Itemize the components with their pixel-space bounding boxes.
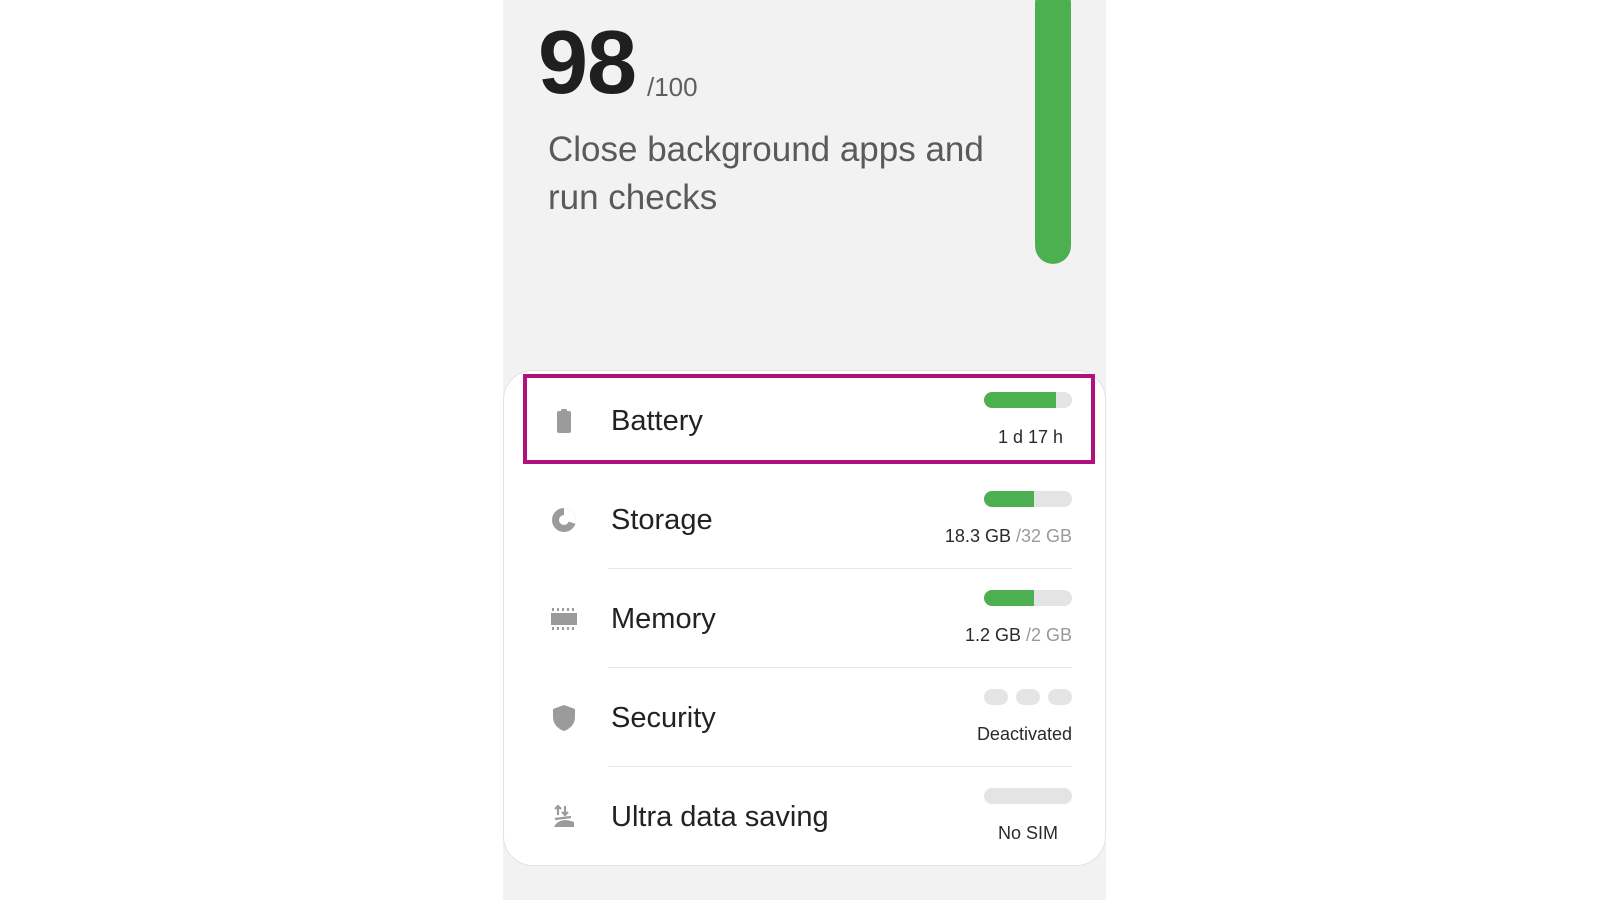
score-gauge: [1035, 0, 1071, 264]
score-value: 98: [538, 13, 637, 113]
score-message: Close background apps and run checks: [548, 130, 984, 217]
device-care-screen: 98 /100 Close background apps and run ch…: [503, 0, 1106, 900]
pie-chart-icon: [549, 505, 579, 535]
security-indicator-segment: [984, 689, 1008, 705]
memory-chip-icon: [549, 604, 579, 634]
battery-value-text: 1 d 17 h: [997, 427, 1063, 447]
shield-icon: [549, 703, 579, 733]
battery-label: Battery: [611, 405, 703, 437]
memory-total: /2 GB: [1020, 625, 1072, 645]
status-card: Battery 1 d 17 h Storage 18.3 GB /32 GB …: [503, 370, 1106, 866]
security-label: Security: [611, 702, 716, 734]
ultra-data-saving-value: No SIM: [984, 822, 1072, 844]
security-indicator-segment: [1016, 689, 1040, 705]
memory-value: 1.2 GB /2 GB: [965, 624, 1072, 646]
storage-used: 18.3 GB: [944, 526, 1011, 546]
security-indicator: [984, 689, 1072, 705]
battery-icon: [549, 406, 579, 436]
storage-value: 18.3 GB /32 GB: [945, 525, 1072, 547]
battery-value: 1 d 17 h: [998, 426, 1063, 448]
storage-bar-fill: [984, 491, 1035, 507]
ultra-data-saving-label: Ultra data saving: [611, 801, 829, 833]
security-row[interactable]: Security Deactivated: [504, 668, 1106, 767]
battery-bar: [984, 392, 1072, 408]
ultra-data-saving-bar: [984, 788, 1072, 804]
selection-highlight: [523, 374, 1095, 464]
battery-bar-fill: [984, 392, 1057, 408]
storage-bar: [984, 491, 1072, 507]
memory-bar-fill: [984, 590, 1035, 606]
score-max: /100: [647, 72, 698, 102]
security-value: Deactivated: [977, 723, 1072, 745]
ultra-data-saving-status: No SIM: [997, 823, 1058, 843]
battery-row[interactable]: Battery 1 d 17 h: [504, 371, 1106, 470]
memory-label: Memory: [611, 603, 716, 635]
security-status: Deactivated: [976, 724, 1072, 744]
security-indicator-segment: [1048, 689, 1072, 705]
ultra-data-saving-row[interactable]: Ultra data saving No SIM: [504, 767, 1106, 866]
storage-row[interactable]: Storage 18.3 GB /32 GB: [504, 470, 1106, 569]
memory-used: 1.2 GB: [964, 625, 1021, 645]
memory-row[interactable]: Memory 1.2 GB /2 GB: [504, 569, 1106, 668]
score-gauge-fill: [1035, 0, 1071, 264]
data-saving-icon: [549, 802, 579, 832]
memory-bar: [984, 590, 1072, 606]
storage-label: Storage: [611, 504, 713, 536]
storage-total: /32 GB: [1010, 526, 1072, 546]
